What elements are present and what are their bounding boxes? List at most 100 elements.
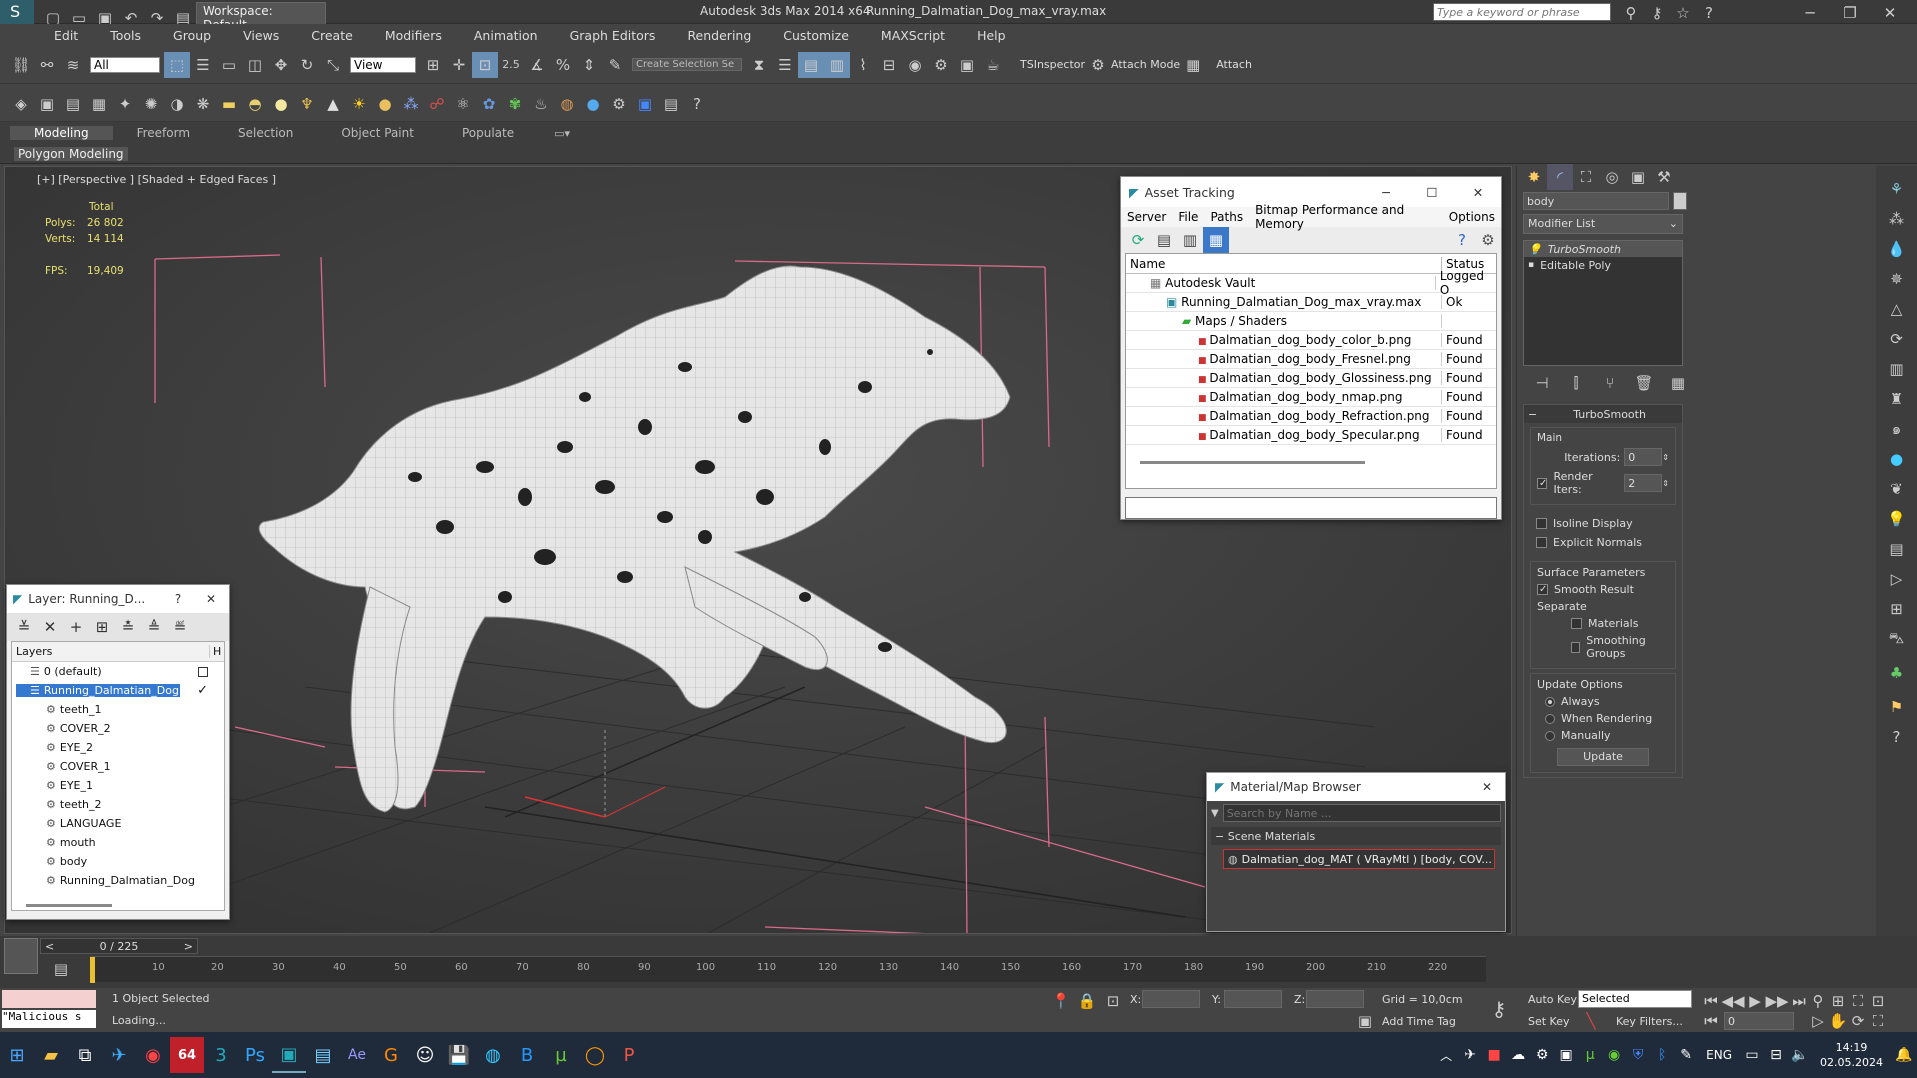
layer-item[interactable]: ☰ Running_Dalmatian_Dog ✓: [12, 681, 224, 700]
hierarchy-tab-icon[interactable]: ⛶: [1573, 164, 1599, 190]
utilities-tab-icon[interactable]: ⚒: [1651, 164, 1677, 190]
tray-record-icon[interactable]: ■: [1482, 1037, 1506, 1073]
make-unique-icon[interactable]: ⑂: [1593, 370, 1627, 396]
app-logo-icon[interactable]: S: [0, 0, 34, 24]
current-frame-input[interactable]: [1724, 1012, 1794, 1030]
3dsmax-active-icon[interactable]: ▣: [272, 1037, 306, 1073]
absolute-mode-icon[interactable]: ⊡: [1100, 988, 1126, 1014]
browser-options-icon[interactable]: ▼: [1211, 808, 1219, 819]
go-to-end-icon[interactable]: ⏭: [1788, 988, 1810, 1014]
after-effects-icon[interactable]: Ae: [340, 1037, 374, 1073]
list-view-icon[interactable]: ▤: [1151, 227, 1177, 253]
minimize-icon[interactable]: ─: [1790, 0, 1830, 26]
light-lister-icon[interactable]: ✦: [112, 91, 138, 117]
menu-edit[interactable]: Edit: [38, 28, 94, 43]
render-setup-icon[interactable]: ⚙: [928, 52, 954, 78]
menu-create[interactable]: Create: [295, 28, 369, 43]
asset-row[interactable]: ■ Dalmatian_dog_body_Refraction.png Found: [1126, 407, 1496, 426]
layer-item[interactable]: ⚙ EYE_2: [12, 738, 224, 757]
time-slider[interactable]: <0 / 225 >: [40, 938, 198, 954]
key-filters-button[interactable]: Key Filters...: [1616, 1015, 1683, 1028]
track-bar-icon[interactable]: ▤: [48, 956, 74, 982]
help-icon[interactable]: ?: [1884, 724, 1910, 750]
asset-path-field[interactable]: [1125, 497, 1497, 519]
key-mode-icon[interactable]: ╲: [1578, 1008, 1604, 1034]
rendered-frame-icon[interactable]: ▣: [954, 52, 980, 78]
snap-toggle[interactable]: 2.5: [498, 52, 524, 78]
show-end-result-icon[interactable]: ⫿: [1559, 370, 1593, 396]
car-icon[interactable]: ⛍: [1884, 626, 1910, 652]
always-radio[interactable]: [1545, 696, 1555, 707]
prev-frame-icon[interactable]: ◀◀: [1721, 988, 1744, 1014]
layer-manager-icon[interactable]: ▤: [798, 51, 824, 78]
menu-graph-editors[interactable]: Graph Editors: [554, 28, 672, 43]
orbit-icon[interactable]: ⟳: [1848, 1008, 1868, 1034]
vray-help-icon[interactable]: ?: [684, 91, 710, 117]
sphere-light-icon[interactable]: ●: [268, 91, 294, 117]
menu-group[interactable]: Group: [157, 28, 227, 43]
app-64-icon[interactable]: 64: [170, 1037, 204, 1073]
mini-curve-editor-icon[interactable]: [4, 938, 38, 974]
close-icon[interactable]: ✕: [1455, 185, 1501, 200]
scale-icon[interactable]: ⤡: [320, 52, 346, 78]
percent-snap-icon[interactable]: %: [550, 52, 576, 78]
vray-proxy-icon[interactable]: ◑: [164, 91, 190, 117]
tray-app-icon[interactable]: ⚙: [1530, 1037, 1554, 1073]
swirl-icon[interactable]: ๑: [1884, 416, 1910, 442]
layer-item[interactable]: ⚙ Running_Dalmatian_Dog: [12, 871, 224, 890]
rect-select-icon[interactable]: ▭: [216, 52, 242, 78]
mirror-icon[interactable]: ⧗: [746, 52, 772, 78]
tray-utorrent-icon[interactable]: µ: [1578, 1037, 1602, 1073]
vray-logo-icon[interactable]: ◈: [8, 91, 34, 117]
notifications-icon[interactable]: 🔔: [1891, 1037, 1917, 1073]
manually-radio[interactable]: [1545, 730, 1555, 741]
menu-paths[interactable]: Paths: [1204, 210, 1249, 224]
close-icon[interactable]: ✕: [1469, 780, 1505, 794]
pin-stack-icon[interactable]: ⊣: [1525, 370, 1559, 396]
tab-selection[interactable]: Selection: [214, 126, 317, 140]
asset-row[interactable]: ■ Dalmatian_dog_body_Specular.png Found: [1126, 426, 1496, 445]
tab-populate[interactable]: Populate: [438, 126, 538, 140]
horizontal-scrollbar[interactable]: [1140, 461, 1365, 464]
ambient-light-icon[interactable]: ●: [372, 91, 398, 117]
create-tab-icon[interactable]: ✸: [1521, 164, 1547, 190]
save-app-icon[interactable]: 💾: [442, 1037, 476, 1073]
expand-icon[interactable]: ▪: [1528, 260, 1534, 270]
render-iters-spinner[interactable]: [1624, 474, 1663, 492]
drop-icon[interactable]: 💧: [1884, 236, 1910, 262]
auto-key-button[interactable]: Auto Key: [1528, 993, 1577, 1006]
layer-item[interactable]: ⚙ LANGUAGE: [12, 814, 224, 833]
grid-panel-icon[interactable]: ⊞: [1884, 596, 1910, 622]
menu-animation[interactable]: Animation: [458, 28, 554, 43]
menu-bitmap-performance[interactable]: Bitmap Performance and Memory: [1249, 203, 1443, 231]
link-icon[interactable]: ⛓: [8, 52, 34, 78]
delete-layer-icon[interactable]: ✕: [37, 614, 63, 640]
col-name[interactable]: Name: [1126, 256, 1442, 271]
play-panel-icon[interactable]: ▷: [1884, 566, 1910, 592]
scene-materials-header[interactable]: − Scene Materials: [1211, 827, 1501, 845]
active-layer-check-icon[interactable]: ✓: [197, 683, 208, 698]
menu-modifiers[interactable]: Modifiers: [369, 28, 458, 43]
close-icon[interactable]: ✕: [193, 592, 229, 606]
layer-item[interactable]: ⚙ teeth_2: [12, 795, 224, 814]
layer-explorer-window[interactable]: ◤ Layer: Running_D... ? ✕ ≚ ✕ + ⊞ ≛ ≜ ≝ …: [6, 584, 230, 920]
highlight-layer-icon[interactable]: ≜: [141, 614, 167, 640]
select-manipulate-icon[interactable]: ✛: [446, 52, 472, 78]
horizontal-scrollbar[interactable]: [26, 904, 112, 907]
frame-buffer-icon[interactable]: ▣: [34, 91, 60, 117]
star-icon[interactable]: ☆: [1670, 0, 1696, 26]
render-icon[interactable]: ☕: [980, 52, 1006, 78]
fov-icon[interactable]: ▷: [1808, 1008, 1828, 1034]
tray-shield-icon[interactable]: ⛨: [1626, 1037, 1650, 1073]
attach-button[interactable]: Attach: [1216, 58, 1252, 71]
ribbon-toggle-icon[interactable]: ▥: [824, 51, 850, 78]
materials-checkbox[interactable]: [1571, 618, 1582, 629]
polygon-modeling-label[interactable]: Polygon Modeling: [14, 146, 128, 161]
curve-editor-icon[interactable]: ⌇: [850, 52, 876, 78]
particles-icon[interactable]: ⁂: [1884, 206, 1910, 232]
settings-icon[interactable]: ⚙: [1475, 227, 1501, 253]
menu-views[interactable]: Views: [227, 28, 295, 43]
asset-row[interactable]: ■ Dalmatian_dog_body_Fresnel.png Found: [1126, 350, 1496, 369]
tray-telegram-icon[interactable]: ✈: [1458, 1037, 1482, 1073]
dome-light-icon[interactable]: ◓: [242, 91, 268, 117]
